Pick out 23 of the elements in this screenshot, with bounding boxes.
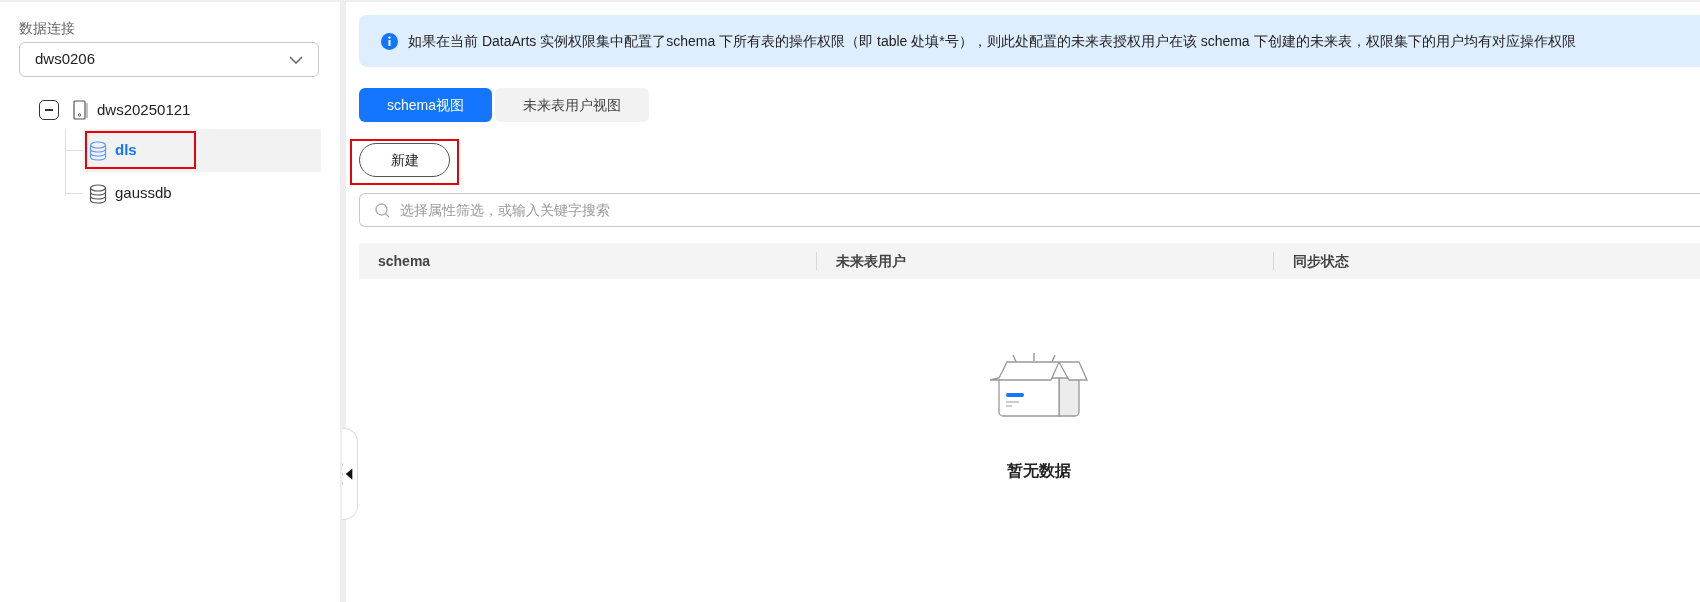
info-icon	[381, 32, 398, 50]
database-icon	[89, 183, 107, 204]
notice-text: 如果在当前 DataArts 实例权限集中配置了schema 下所有表的操作权限（即 table 处填*号），则此处配置的未来表授权用户在该 schema 下创建的未来表，权限集下的用户均有对应操作权限	[408, 31, 1576, 51]
database-icon	[89, 140, 107, 161]
collapse-handle[interactable]	[342, 428, 358, 520]
chevron-down-icon	[289, 55, 303, 64]
select-value: dws0206	[35, 49, 96, 70]
column-header: schema	[377, 251, 431, 271]
column-header: 同步状态	[1292, 251, 1349, 271]
column-header: 未来表用户	[835, 251, 906, 271]
connection-select[interactable]: dws0206	[19, 42, 319, 77]
tree-item[interactable]: dws20250121	[69, 92, 195, 128]
sidebar-label: 数据连接	[19, 19, 76, 38]
tree-item[interactable]: gaussdb	[83, 172, 321, 215]
new-button[interactable]: 新建	[359, 143, 450, 177]
tree-item[interactable]: dls	[83, 129, 321, 172]
empty-state-text: 暂无数据	[1007, 461, 1071, 481]
view-tab[interactable]: schema视图	[359, 88, 493, 122]
view-tab[interactable]: 未来表用户视图	[495, 88, 650, 122]
collapse-toggle[interactable]	[39, 100, 59, 120]
search-field[interactable]: 选择属性筛选，或输入关键字搜索	[359, 193, 1700, 227]
search-icon	[375, 203, 390, 218]
server-icon	[73, 100, 89, 120]
